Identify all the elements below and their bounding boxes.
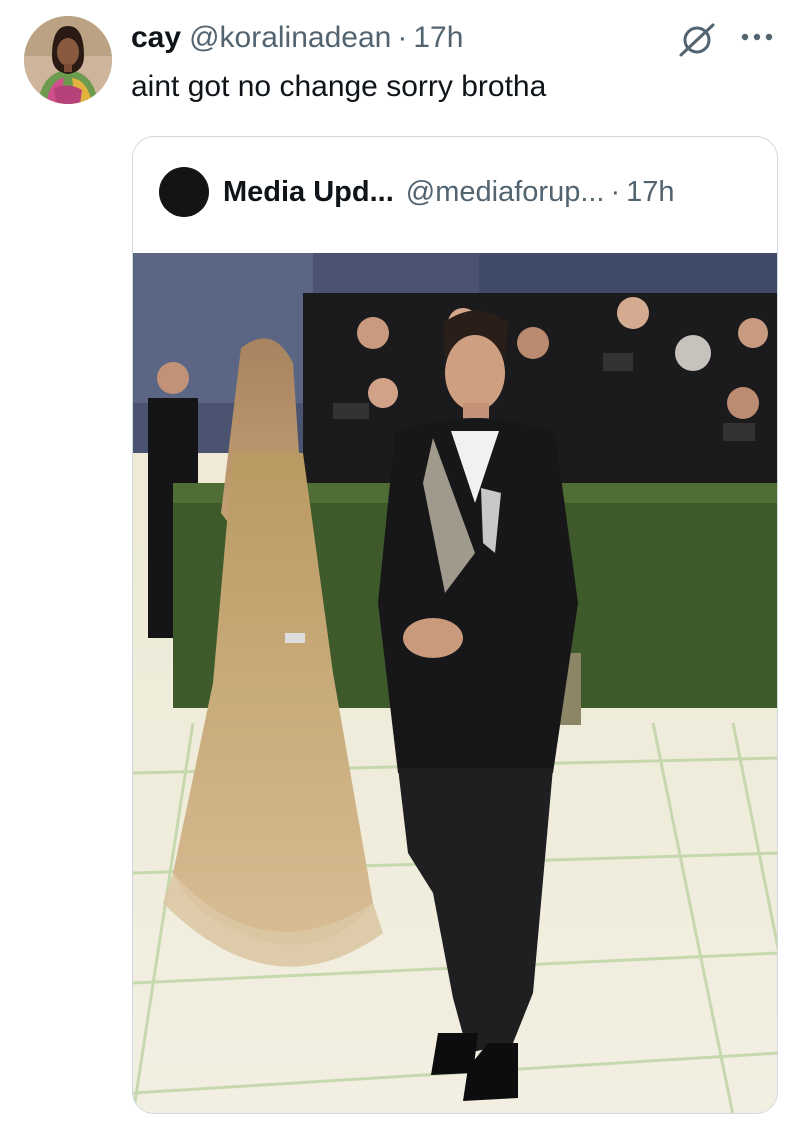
- grok-icon[interactable]: [676, 22, 718, 58]
- quoted-tweet-card[interactable]: Media Upd... @mediaforup... · 17h: [132, 136, 778, 1114]
- tweet-timestamp[interactable]: 17h: [413, 18, 463, 58]
- quoted-tweet-timestamp[interactable]: 17h: [626, 176, 674, 209]
- separator-dot: ·: [397, 21, 408, 54]
- quoted-author-handle[interactable]: @mediaforup...: [406, 176, 605, 209]
- quoted-author-display-name[interactable]: Media Upd...: [223, 176, 394, 209]
- tweet-header: cay @koralinadean · 17h: [131, 18, 463, 58]
- tweet-text: aint got no change sorry brotha: [131, 70, 547, 103]
- quoted-tweet-header: Media Upd... @mediaforup... · 17h: [159, 167, 675, 217]
- user-avatar[interactable]: [24, 16, 112, 104]
- author-handle[interactable]: @koralinadean: [189, 18, 391, 58]
- quoted-author-avatar[interactable]: [159, 167, 209, 217]
- author-display-name[interactable]: cay: [131, 18, 181, 58]
- more-options-icon[interactable]: [738, 22, 776, 52]
- quoted-separator-dot: ·: [610, 175, 621, 208]
- quoted-tweet-photo[interactable]: [133, 253, 777, 1113]
- tweet[interactable]: cay @koralinadean · 17h aint got no chan…: [0, 0, 800, 1134]
- photo-illustration: [133, 253, 777, 1113]
